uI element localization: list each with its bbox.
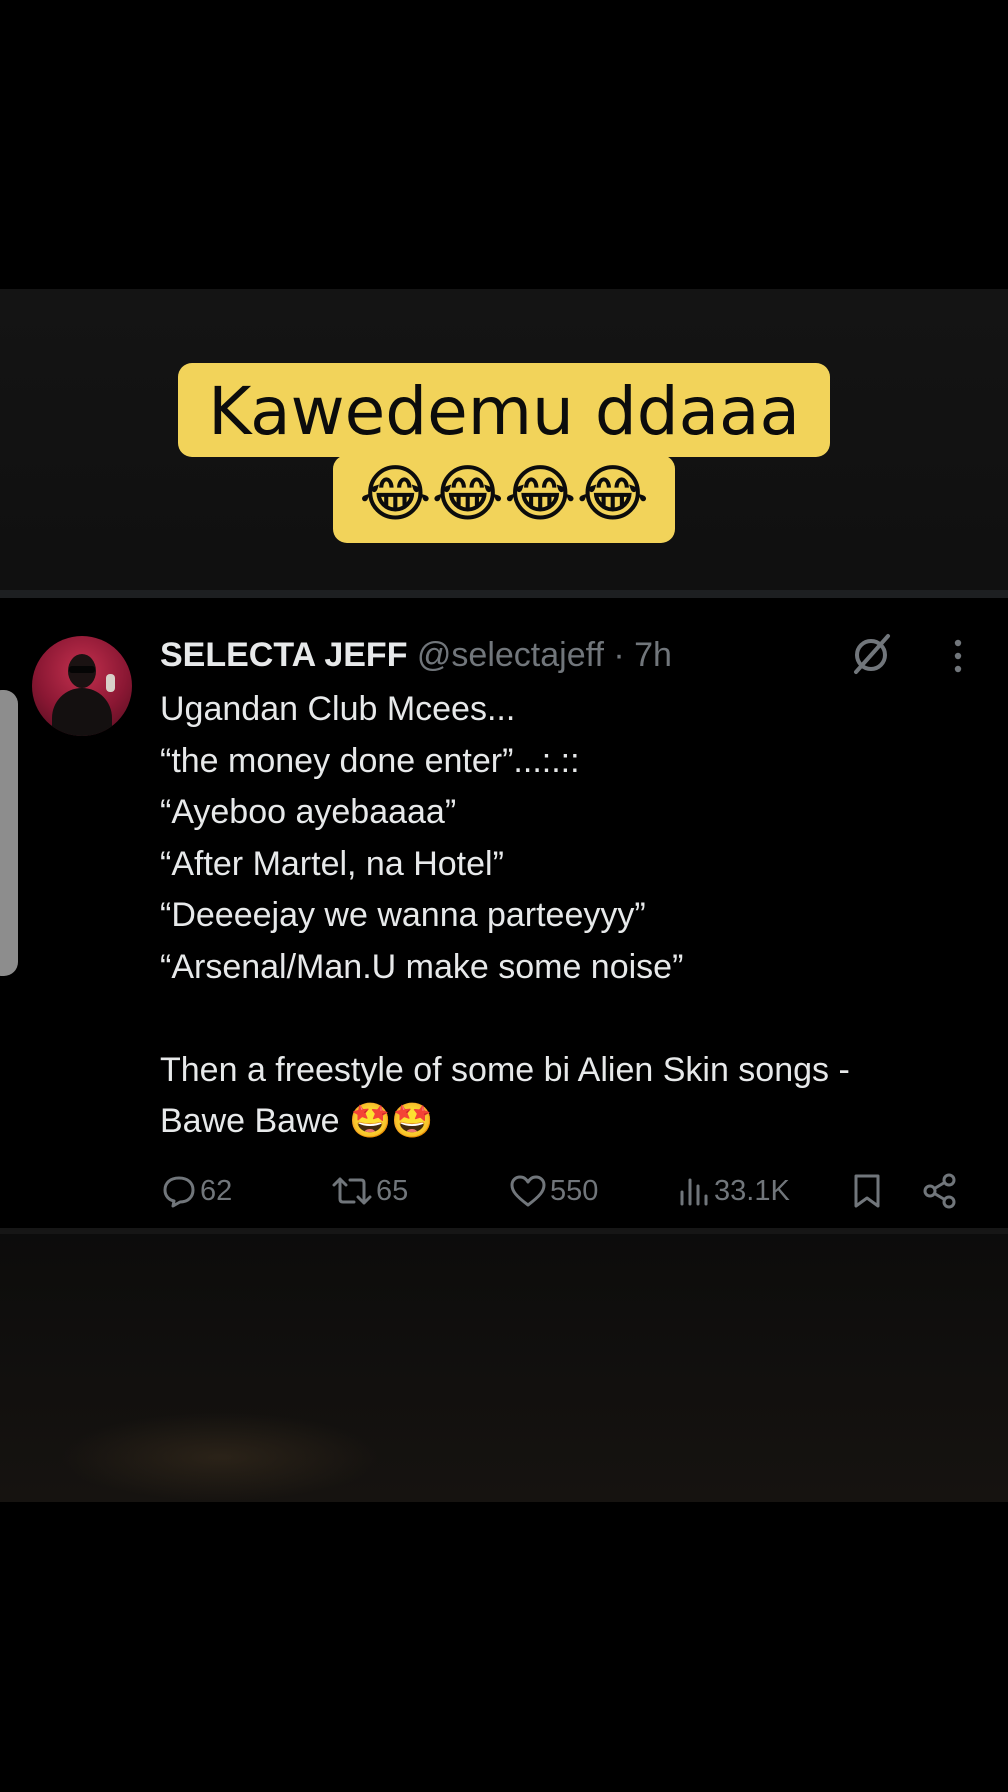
avatar-hand (106, 674, 115, 692)
author-handle[interactable]: @selectajeff (417, 636, 604, 674)
caption-line-1: Kawedemu ddaaa (178, 363, 830, 457)
views-count: 33.1K (714, 1174, 790, 1207)
repost-count: 65 (376, 1174, 409, 1207)
bookmark-icon (854, 1174, 880, 1208)
caption-overlay: Kawedemu ddaaa 😂😂😂😂 (0, 363, 1008, 543)
avatar-body (52, 688, 112, 736)
caption-line-2: 😂😂😂😂 (333, 455, 675, 543)
avatar-sunglasses (69, 666, 95, 673)
reply-icon (163, 1176, 195, 1208)
side-panel-handle[interactable] (0, 690, 18, 976)
more-icon[interactable] (944, 634, 972, 678)
share-icon (923, 1173, 956, 1209)
author-name[interactable]: SELECTA JEFF (160, 636, 407, 674)
like-count: 550 (550, 1174, 599, 1207)
repost-icon (332, 1177, 372, 1205)
tweet-time[interactable]: 7h (634, 636, 672, 674)
views-button[interactable]: 33.1K (676, 1160, 790, 1222)
bookmark-button[interactable] (850, 1160, 886, 1222)
background-glow (60, 1412, 380, 1502)
divider (0, 590, 1008, 598)
tweet-text-line: Then a freestyle of some bi Alien Skin s… (160, 1050, 850, 1089)
tweet-text-line: “Deeeejay we wanna parteeyyy” (160, 896, 646, 934)
reply-button[interactable]: 62 (160, 1160, 232, 1222)
tweet-text-line: Ugandan Club Mcees... (160, 690, 516, 728)
tweet-text-line: “Arsenal/Man.U make some noise” (160, 947, 684, 986)
views-icon (680, 1178, 708, 1206)
heart-icon (510, 1175, 546, 1207)
reply-count: 62 (200, 1174, 233, 1207)
tweet-text-line: “After Martel, na Hotel” (160, 844, 504, 883)
tweet-text-line: “the money done enter”...:.:: (160, 741, 580, 780)
like-button[interactable]: 550 (508, 1160, 598, 1222)
avatar[interactable] (32, 636, 132, 736)
tweet-text-line: “Ayeboo ayebaaaa” (160, 793, 457, 831)
tweet-text: Ugandan Club Mcees... “the money done en… (160, 684, 980, 1148)
share-button[interactable] (920, 1160, 962, 1222)
tweet-card: SELECTA JEFF @selectajeff · 7h Ugandan C… (0, 598, 1008, 1234)
header-separator: · (613, 636, 625, 674)
tweet-text-line: Bawe Bawe 🤩🤩 (160, 1102, 434, 1140)
tweet-header: SELECTA JEFF @selectajeff · 7h (160, 632, 672, 678)
grok-icon[interactable] (848, 632, 894, 678)
repost-button[interactable]: 65 (330, 1160, 408, 1222)
action-bar: 62 65 550 33.1K (0, 1160, 1008, 1222)
